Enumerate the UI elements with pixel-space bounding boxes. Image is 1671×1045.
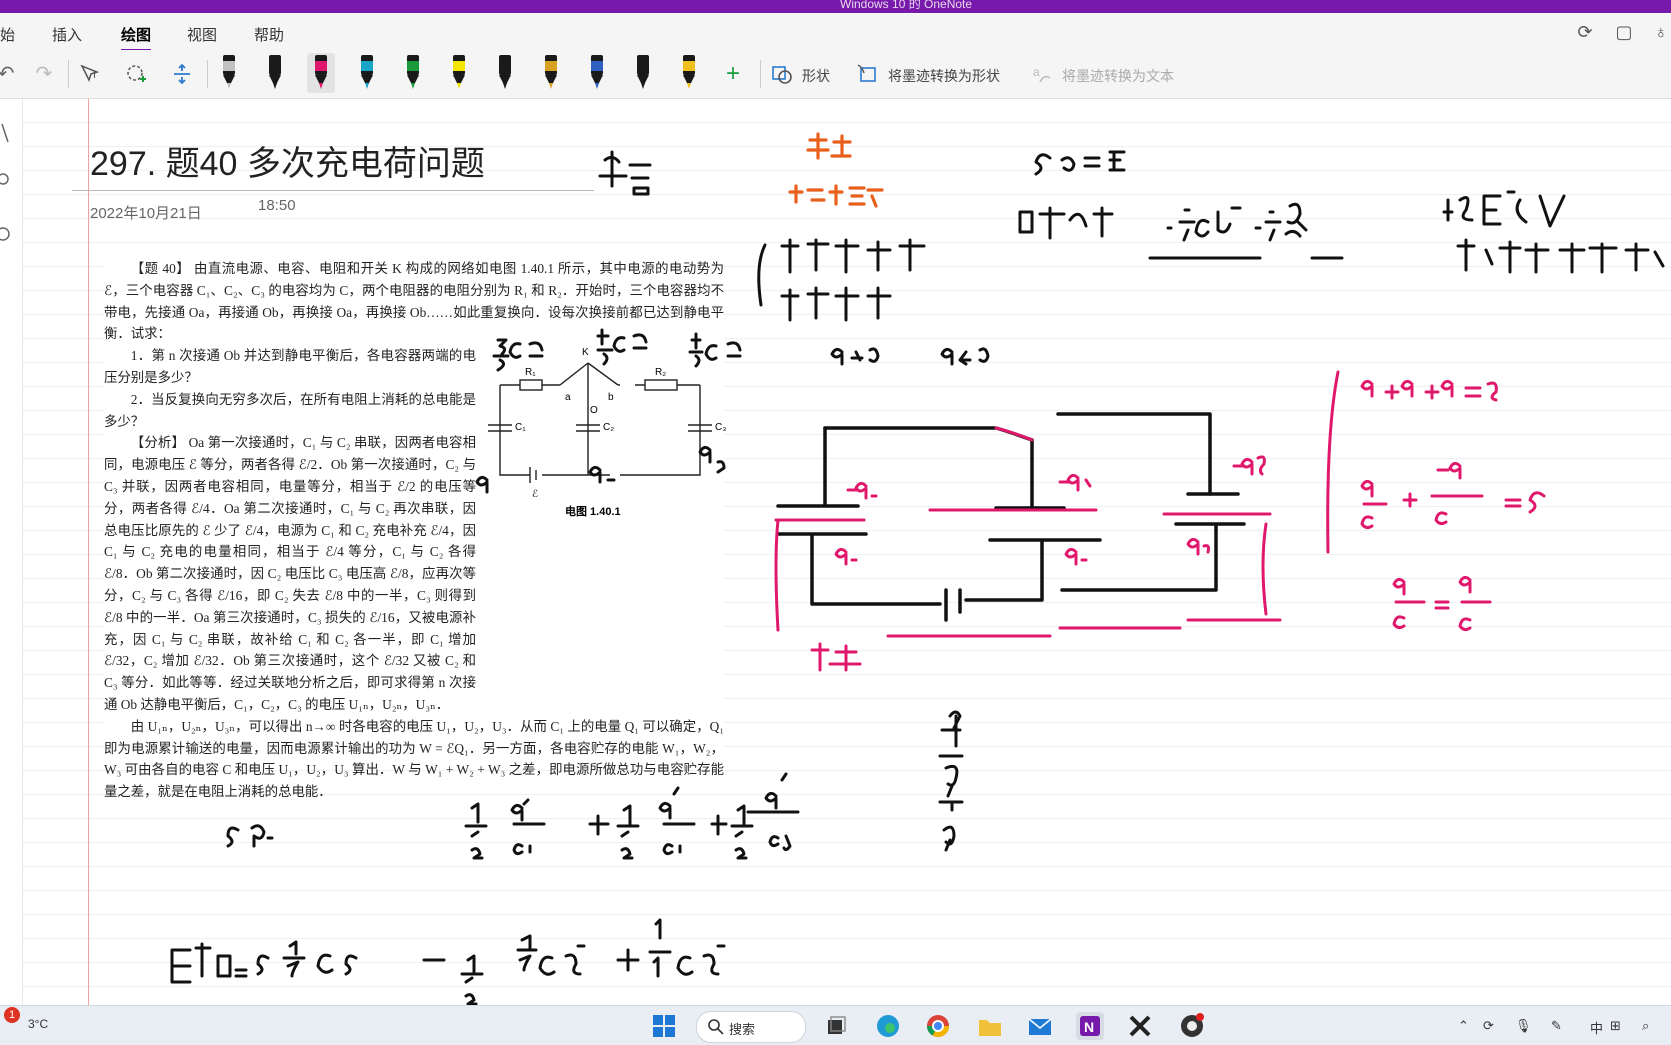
label-o: O [590,405,598,416]
microphone-icon[interactable]: 🎙 [1515,1018,1532,1034]
page-margin-line [88,99,89,1005]
tab-draw[interactable]: 绘图 [121,24,152,52]
ime-indicator[interactable]: 中 [1590,1018,1603,1037]
edge-icon[interactable] [874,1012,902,1040]
pen-10-button[interactable] [629,53,657,93]
recorder-icon[interactable] [1178,1012,1206,1040]
rail-circle-icon[interactable] [0,173,9,185]
chrome-icon[interactable] [924,1012,952,1040]
sync-icon[interactable]: ⟳ [1575,22,1595,42]
question-2: 2．当反复换向无穷多次后，在所有电阻上消耗的总电能是多少？ [104,391,476,429]
svg-text:I: I [93,69,96,81]
page-date: 2022年10月21日 [90,205,202,222]
insert-space-icon[interactable] [170,62,194,86]
pen-11-button[interactable] [675,53,703,93]
search-label: 搜索 [729,1022,756,1037]
pen-8-button[interactable] [537,53,565,93]
chevron-up-icon[interactable]: ⌃ [1458,1018,1469,1034]
lightbulb-icon[interactable]: ♁ [1651,22,1671,42]
lasso-select-icon[interactable] [124,62,148,86]
weather-widget[interactable]: 3°C [28,1017,48,1031]
shapes-button[interactable]: 形状 [802,66,830,86]
type-select-icon[interactable]: I [79,62,103,86]
search-input[interactable]: 搜索 [696,1011,806,1043]
add-pen-icon[interactable]: + [721,62,745,86]
pen-3-button[interactable] [307,53,335,93]
ink-to-text-button: 将墨迹转换为文本 [1062,68,1174,84]
question-1: 1．第 n 次接通 Ob 并达到静电平衡后，各电容器两端的电压分别是多少？ [104,348,476,385]
tab-help[interactable]: 帮助 [254,24,284,45]
tab-insert[interactable]: 插入 [52,24,82,45]
toolbar-divider [760,60,761,88]
circuit-diagram: R₁ K R₂ a b O C₁ C₂ C₃ ℰ 电图 1.40.1 [470,325,730,525]
window-titlebar: Windows 10 的 OneNote [0,0,1671,13]
page-view-icon[interactable]: ▢ [1614,22,1634,42]
svg-text:a: a [1033,65,1040,79]
notification-badge: 1 [4,1007,20,1023]
pen-5-button[interactable] [399,53,427,93]
pen-1-button[interactable] [215,53,243,93]
screen-tool-icon[interactable] [1126,1012,1154,1040]
analysis-paragraph: 【分析】 Oa 第一次接通时，C₁ 与 C₂ 串联，因两者电容相同，电源电压 ℰ… [104,435,476,712]
figure-caption: 电图 1.40.1 [565,504,621,518]
label-a: a [565,392,571,403]
rail-clock-icon[interactable] [0,227,10,241]
label-emf: ℰ [532,489,538,500]
taskview-icon[interactable] [822,1012,850,1040]
label-b: b [608,392,614,403]
pen-6-button[interactable] [445,53,473,93]
rail-pen-icon[interactable] [1,123,9,143]
pen-2-button[interactable] [261,53,289,93]
onenote-icon[interactable]: N [1076,1012,1104,1040]
title-underline [72,190,594,191]
mail-icon[interactable] [1026,1012,1054,1040]
analysis-conclusion: 由 U₁ₙ，U₂ₙ，U₃ₙ，可以得出 n→∞ 时各电容的电压 U₁，U₂，U₃．… [104,718,724,800]
ink-to-text-icon: a [1030,62,1054,86]
search-icon [708,1019,724,1035]
pen-9-button[interactable] [583,53,611,93]
ink-to-shape-icon[interactable] [855,62,879,86]
pen-tray-icon[interactable]: ✎ [1551,1018,1562,1034]
page-title[interactable]: 297. 题40 多次充电荷问题 [90,136,485,185]
zoom-icon[interactable]: ⌕ [1642,1018,1649,1034]
toolbar-divider [68,60,69,88]
file-explorer-icon[interactable] [976,1012,1004,1040]
pen-4-button[interactable] [353,53,381,93]
tab-home[interactable]: 始 [0,24,15,45]
label-c1: C₁ [515,422,526,433]
window-title: Windows 10 的 OneNote [840,0,973,11]
windows-taskbar: 1 3°C 搜索 N ⌃ ⟳ 🎙 ✎ 中 ⊞ ⌕ [0,1005,1671,1045]
tab-view[interactable]: 视图 [187,24,217,45]
label-r1: R₁ [525,367,536,378]
label-k: K [582,347,589,358]
page-time: 18:50 [258,197,296,214]
ribbon-tabs: 始 插入 绘图 视图 帮助 ⟳ ▢ ♁ [0,14,1671,52]
start-icon[interactable] [650,1012,678,1040]
label-c3: C₃ [715,422,726,433]
redo-icon[interactable]: ↷ [32,62,56,86]
grid-icon[interactable]: ⊞ [1610,1018,1621,1034]
toolbar-divider [207,60,208,88]
undo-icon[interactable]: ↶ [0,62,18,86]
draw-toolbar: ↶ ↷ I + 形状 将墨迹转换为形状 a 将墨迹转换为文本 [0,50,1671,99]
svg-text:N: N [1084,1019,1094,1035]
ink-to-shape-button[interactable]: 将墨迹转换为形状 [888,66,1000,86]
left-rail [0,99,23,1005]
pen-7-button[interactable] [491,53,519,93]
sync-tray-icon[interactable]: ⟳ [1483,1018,1494,1034]
shapes-icon[interactable] [770,62,794,86]
label-c2: C₂ [603,422,614,433]
label-r2: R₂ [655,367,666,378]
